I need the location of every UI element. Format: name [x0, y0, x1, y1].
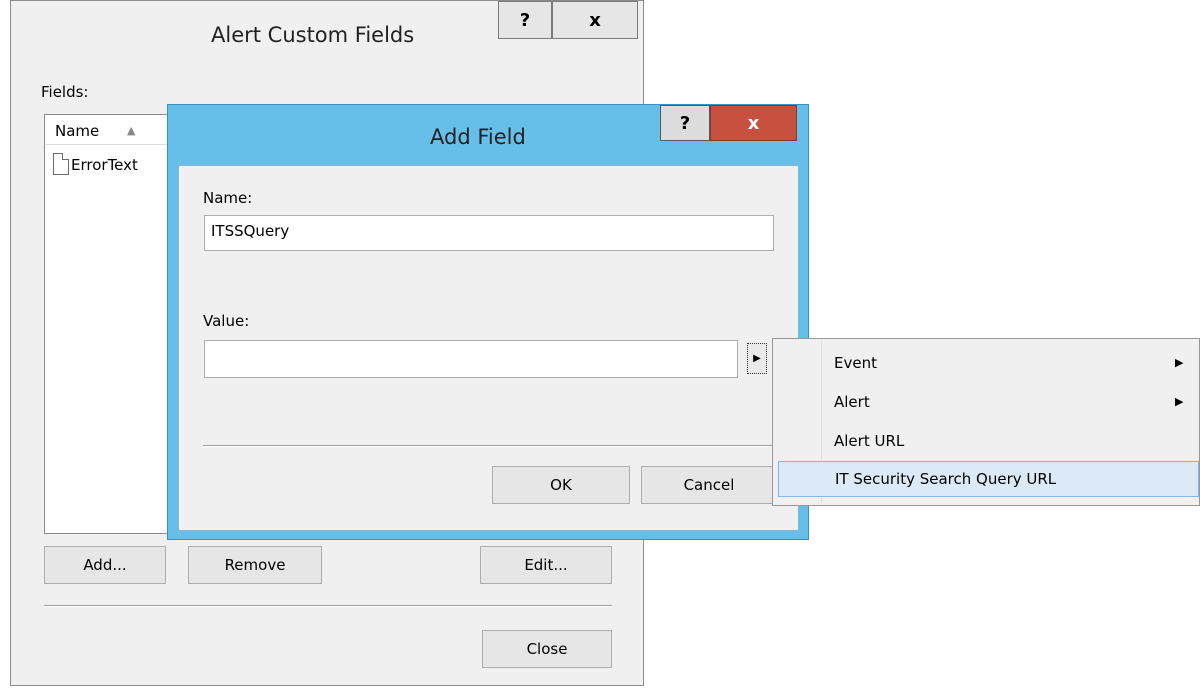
file-icon	[53, 153, 69, 175]
sort-ascending-icon: ▲	[127, 124, 136, 137]
insert-variable-button[interactable]: ▶	[747, 343, 767, 374]
menu-item-alert-url[interactable]: Alert URL	[775, 423, 1197, 461]
list-item-label: ErrorText	[71, 156, 138, 174]
menu-item-label: Alert	[834, 393, 870, 411]
value-input[interactable]	[204, 340, 738, 378]
submenu-arrow-icon: ▶	[1175, 395, 1184, 408]
remove-button[interactable]: Remove	[188, 546, 322, 584]
value-label: Value:	[203, 312, 250, 330]
column-header-label: Name	[55, 122, 100, 140]
edit-button[interactable]: Edit...	[480, 546, 612, 584]
name-label: Name:	[203, 189, 253, 207]
chevron-right-icon: ▶	[753, 353, 761, 364]
help-button[interactable]: ?	[660, 105, 710, 141]
close-window-button[interactable]: x	[552, 1, 638, 39]
menu-item-alert[interactable]: Alert ▶	[775, 384, 1197, 422]
cancel-button[interactable]: Cancel	[641, 466, 777, 504]
help-button[interactable]: ?	[498, 1, 552, 39]
close-button[interactable]: Close	[482, 630, 612, 668]
menu-item-label: Event	[834, 354, 877, 372]
insert-variable-menu: Event ▶ Alert ▶ Alert URL IT Security Se…	[772, 338, 1200, 506]
add-button[interactable]: Add...	[44, 546, 166, 584]
menu-item-label: Alert URL	[834, 432, 905, 450]
menu-item-event[interactable]: Event ▶	[775, 345, 1197, 383]
fields-label: Fields:	[41, 83, 89, 101]
divider	[203, 445, 775, 447]
dialog-title: Add Field	[430, 125, 526, 149]
divider	[44, 605, 612, 607]
ok-button[interactable]: OK	[492, 466, 630, 504]
dialog-client-area: Name: ITSSQuery Value: ▶ OK Cancel	[178, 165, 799, 531]
submenu-arrow-icon: ▶	[1175, 356, 1184, 369]
name-input[interactable]: ITSSQuery	[204, 215, 774, 251]
menu-item-it-security-search-query-url[interactable]: IT Security Search Query URL	[778, 461, 1199, 497]
title-bar[interactable]: Alert Custom Fields ? x	[11, 1, 643, 59]
window-title: Alert Custom Fields	[211, 23, 415, 47]
add-field-dialog: Add Field ? x Name: ITSSQuery Value: ▶ O…	[167, 104, 809, 540]
close-dialog-button[interactable]: x	[710, 105, 797, 141]
menu-item-label: IT Security Search Query URL	[835, 470, 1057, 488]
